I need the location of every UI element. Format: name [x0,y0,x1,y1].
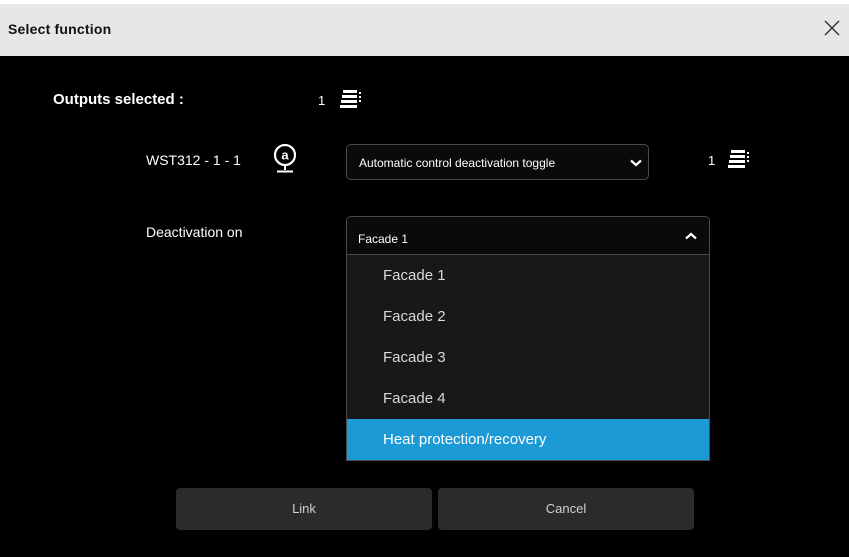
dialog-content: Outputs selected : 1 WST312 - 1 - 1 a Au… [0,56,849,557]
dropdown-option-heat-protection[interactable]: Heat protection/recovery [347,419,709,460]
chevron-up-icon [685,232,697,240]
stack-icon [728,150,749,168]
device-label: WST312 - 1 - 1 [146,152,241,168]
function-select-value: Automatic control deactivation toggle [359,156,556,170]
dropdown-option-facade-2[interactable]: Facade 2 [347,296,709,337]
select-function-dialog: Select function Outputs selected : 1 WST… [0,4,849,557]
dialog-title: Select function [8,21,112,37]
function-select[interactable]: Automatic control deactivation toggle [346,144,649,180]
dropdown-option-facade-4[interactable]: Facade 4 [347,378,709,419]
stack-icon [340,90,361,108]
dropdown-option-facade-1[interactable]: Facade 1 [347,255,709,296]
deactivation-select-value: Facade 1 [358,232,409,246]
outputs-count: 1 [318,93,326,108]
deactivation-select[interactable]: Facade 1 [346,216,710,254]
deactivation-label: Deactivation on [146,224,243,240]
close-icon[interactable] [821,17,843,39]
dialog-titlebar: Select function [0,4,849,56]
chevron-down-icon [630,159,642,167]
outputs-selected-label: Outputs selected : [53,91,184,108]
dropdown-option-facade-3[interactable]: Facade 3 [347,337,709,378]
automatic-mode-icon: a [273,143,297,173]
link-button[interactable]: Link [176,488,432,530]
deactivation-dropdown-list: Facade 1 Facade 2 Facade 3 Facade 4 Heat… [346,254,710,461]
svg-text:a: a [281,148,289,163]
device-output-count: 1 [708,153,716,168]
cancel-button[interactable]: Cancel [438,488,694,530]
